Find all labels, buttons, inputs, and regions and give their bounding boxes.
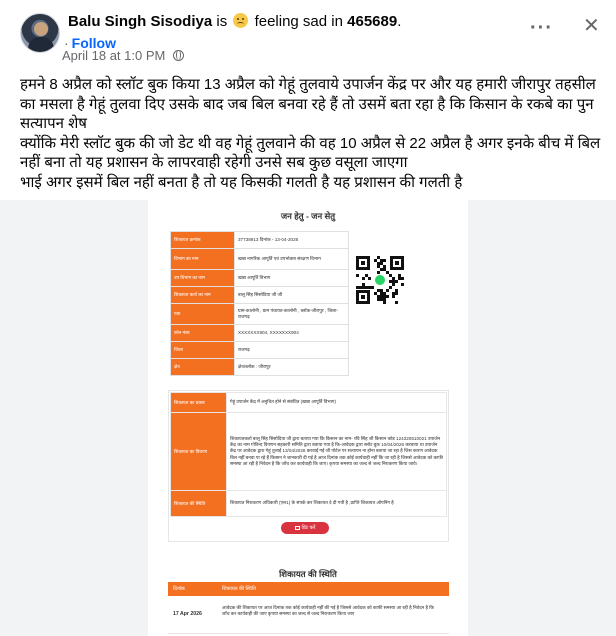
- post-paragraph: भाई अगर इसमें बिल नहीं बनता है तो यह किस…: [20, 173, 463, 191]
- close-icon[interactable]: ✕: [583, 16, 600, 36]
- status-text: आवेदक की शिकायत पर आज दिनांक तक कोई कार्…: [222, 605, 434, 617]
- group-suffix: .: [397, 13, 402, 30]
- post-paragraph: हमने 8 अप्रैल को स्लॉट बुक किया 13 अप्रै…: [20, 76, 596, 132]
- table-row: फ़ोन नंबर XXXXXXX904, XXXXXXX904: [170, 324, 349, 342]
- status-date: 17 Apr 2026: [173, 611, 202, 617]
- complaint-details: शिकायत का प्रकार गेहूं उपार्जन केंद्र मे…: [168, 390, 449, 542]
- table-row: शिकायत क्रमांक 37738913 दिनांक - 13-04-2…: [170, 231, 349, 249]
- table-row: शिकायत का प्रकार गेहूं उपार्जन केंद्र मे…: [170, 392, 447, 413]
- qr-module: [389, 286, 392, 289]
- qr-finder: [356, 256, 370, 270]
- print-button[interactable]: प्रिंट करें: [281, 522, 329, 534]
- qr-module: [356, 274, 359, 277]
- qr-module: [395, 280, 398, 283]
- avatar[interactable]: [20, 13, 60, 53]
- print-label: प्रिंट करें: [301, 525, 316, 531]
- post-attachment-image[interactable]: जन हेतु - जन सेतु शिकायत क्रमांक 3773891…: [0, 200, 616, 636]
- qr-module: [401, 283, 404, 286]
- table-row: विभाग का नाम खाद्य नागरिक आपूर्ति एवं उप…: [170, 248, 349, 270]
- row-label: क्षेत्र: [170, 358, 235, 376]
- row-value: ग्राम-कालोनी , ग्राम पंचायत-कालोनी , ब्ल…: [234, 303, 349, 325]
- printer-icon: [294, 525, 300, 530]
- qr-module: [395, 292, 398, 295]
- table-row: पता ग्राम-कालोनी , ग्राम पंचायत-कालोनी ,…: [170, 303, 349, 325]
- status-section-title: शिकायत की स्थिति: [279, 569, 337, 579]
- row-label: उप विभाग का नाम: [170, 269, 235, 287]
- row-label: शिकायत का विवरण: [170, 412, 227, 491]
- row-value: गेहूं उपार्जन केंद्र में अनुचित होने से …: [226, 392, 447, 413]
- avatar-body: [28, 37, 54, 52]
- group-link[interactable]: 465689: [347, 13, 397, 30]
- timestamp-suffix: PM: [145, 48, 166, 63]
- row-value: XXXXXXX904, XXXXXXX904: [234, 324, 349, 342]
- qr-module: [395, 301, 398, 304]
- status-row: 17 Apr 2026 आवेदक की शिकायत पर आज दिनांक…: [168, 598, 449, 634]
- sad-face-icon: [233, 13, 249, 28]
- document-title: जन हेतु - जन सेतु: [280, 211, 336, 221]
- row-value: खाद्य नागरिक आपूर्ति एवं उपभोक्ता संरक्ष…: [234, 248, 349, 270]
- is-word: is: [216, 13, 228, 30]
- globe-icon: [172, 50, 184, 61]
- qr-module: [383, 259, 386, 262]
- qr-finder: [356, 290, 370, 304]
- row-label: शिकायत की स्थिति: [170, 490, 227, 517]
- row-value: शिकायत निराकरण अधिकारी (एल1) के संपर्क क…: [226, 490, 447, 517]
- qr-module: [362, 277, 365, 280]
- qr-module: [386, 289, 389, 292]
- details-table: शिकायत का प्रकार गेहूं उपार्जन केंद्र मे…: [170, 392, 447, 517]
- table-row: जिला राजगढ़: [170, 341, 349, 359]
- post-paragraph: क्योंकि मेरी स्लॉट बुक की जो डेट थी वह ग…: [20, 134, 601, 172]
- feeling-text: feeling sad in: [254, 13, 343, 30]
- post-header: Balu Singh Sisodiya is feeling sad in 46…: [0, 0, 616, 63]
- table-row: शिकायत का विवरण शिकायतकर्ता बालू सिंह सि…: [170, 412, 447, 491]
- row-value: खाद्य आपूर्ति विभाग: [234, 269, 349, 287]
- status-table-header: दिनांक शिकायत की स्थिति: [168, 582, 449, 596]
- post-timestamp[interactable]: April 18 at 1:0 PM: [62, 48, 184, 63]
- row-label: शिकायत का प्रकार: [170, 392, 227, 413]
- row-value: क्षेत्र/ब्लॉक : जीरापुर: [234, 358, 349, 376]
- qr-module: [386, 295, 389, 298]
- status-header-date: दिनांक: [173, 586, 185, 592]
- row-label: फ़ोन नंबर: [170, 324, 235, 342]
- qr-module: [392, 283, 395, 286]
- qr-finder: [390, 256, 404, 270]
- row-label: विभाग का नाम: [170, 248, 235, 270]
- row-label: जिला: [170, 341, 235, 359]
- complaint-document: जन हेतु - जन सेतु शिकायत क्रमांक 3773891…: [148, 200, 468, 636]
- row-label: पता: [170, 303, 235, 325]
- row-value: राजगढ़: [234, 341, 349, 359]
- qr-module: [368, 277, 371, 280]
- table-row: शिकायत कर्ता का नाम बालू सिंह सिसोदिया ज…: [170, 286, 349, 304]
- avatar-head: [34, 22, 48, 36]
- qr-module: [401, 277, 404, 280]
- complaint-info-table: शिकायत क्रमांक 37738913 दिनांक - 13-04-2…: [170, 231, 349, 376]
- table-row: क्षेत्र क्षेत्र/ब्लॉक : जीरापुर: [170, 358, 349, 376]
- row-value: शिकायतकर्ता बालू सिंह सिसोदिया जी द्वारा…: [226, 412, 447, 491]
- header-line: Balu Singh Sisodiya is feeling sad in 46…: [68, 13, 401, 30]
- qr-module: [371, 286, 374, 289]
- row-label: शिकायत क्रमांक: [170, 231, 235, 249]
- qr-module: [383, 301, 386, 304]
- timestamp-text: April 18 at 1:0: [62, 48, 143, 63]
- table-row: शिकायत की स्थिति शिकायत निराकरण अधिकारी …: [170, 490, 447, 517]
- table-row: उप विभाग का नाम खाद्य आपूर्ति विभाग: [170, 269, 349, 287]
- author-name[interactable]: Balu Singh Sisodiya: [68, 13, 212, 30]
- row-value: 37738913 दिनांक - 13-04-2026: [234, 231, 349, 249]
- whatsapp-icon: [374, 274, 386, 286]
- qr-code: [356, 256, 404, 304]
- row-value: बालू सिंह सिसोदिया जी जी: [234, 286, 349, 304]
- status-header-status: शिकायत की स्थिति: [222, 586, 256, 592]
- more-options-icon[interactable]: ···: [530, 18, 553, 38]
- row-label: शिकायत कर्ता का नाम: [170, 286, 235, 304]
- qr-module: [392, 295, 395, 298]
- post-body: हमने 8 अप्रैल को स्लॉट बुक किया 13 अप्रै…: [20, 75, 605, 192]
